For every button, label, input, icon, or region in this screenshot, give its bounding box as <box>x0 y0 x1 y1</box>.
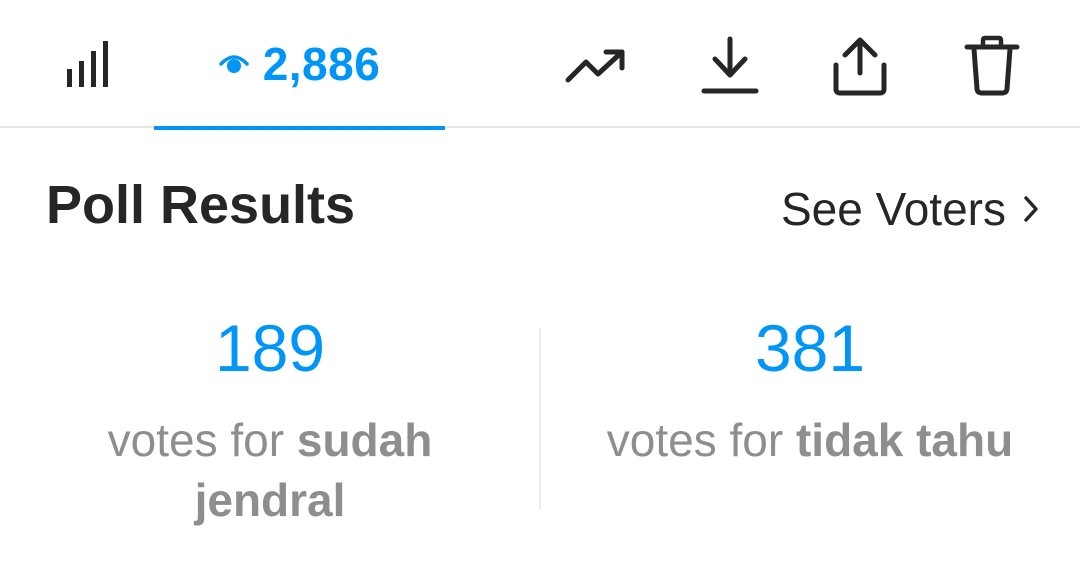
tab-viewers[interactable]: 2,886 <box>154 0 445 130</box>
viewer-count: 2,886 <box>262 38 381 90</box>
poll-option: 381 votes for tidak tahu <box>580 300 1040 470</box>
vote-description: votes for sudah jendral <box>40 410 500 530</box>
share-icon <box>833 37 887 96</box>
promote-button[interactable] <box>556 26 636 106</box>
chevron-right-icon <box>1024 196 1038 222</box>
section-title: Poll Results <box>46 175 356 235</box>
vote-count: 381 <box>754 311 866 385</box>
results-divider <box>539 328 541 510</box>
active-tab-indicator <box>154 126 445 130</box>
poll-results-header: Poll Results See Voters <box>0 160 1080 260</box>
trend-up-icon <box>565 49 625 83</box>
vote-prefix: votes for <box>107 414 297 466</box>
tab-insights[interactable] <box>40 22 140 108</box>
trash-icon <box>964 35 1020 96</box>
download-icon <box>701 36 759 94</box>
share-button[interactable] <box>820 26 900 106</box>
see-voters-button[interactable]: See Voters <box>781 182 1038 236</box>
bar-chart-icon <box>67 41 108 87</box>
delete-button[interactable] <box>952 26 1032 106</box>
poll-option: 189 votes for sudah jendral <box>40 300 500 530</box>
viewer-count-group: 2,886 <box>218 37 381 91</box>
download-button[interactable] <box>690 26 770 106</box>
vote-count: 189 <box>214 311 326 385</box>
poll-results: 189 votes for sudah jendral 381 votes fo… <box>0 300 1080 560</box>
eye-icon <box>218 55 249 73</box>
see-voters-label: See Voters <box>780 183 1006 235</box>
vote-description: votes for tidak tahu <box>580 410 1040 470</box>
vote-prefix: votes for <box>606 414 796 466</box>
option-name: tidak tahu <box>795 414 1014 466</box>
story-toolbar: 2,886 <box>0 0 1080 130</box>
